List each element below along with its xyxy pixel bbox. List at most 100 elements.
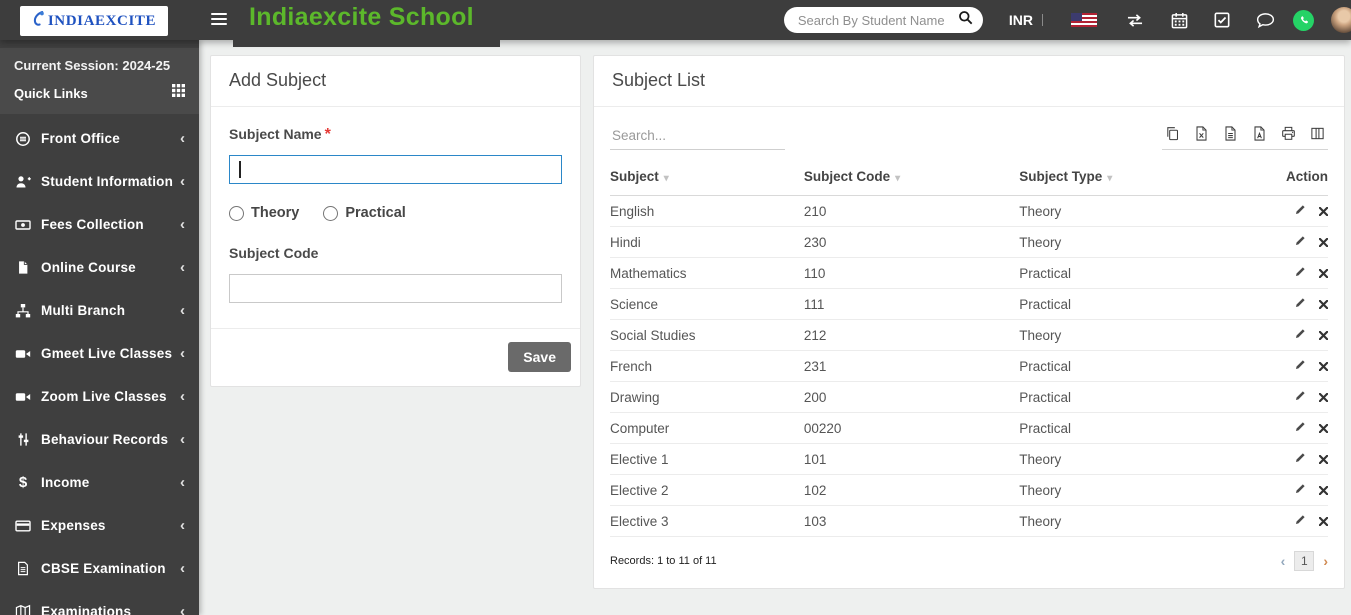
edit-icon[interactable] xyxy=(1294,421,1306,433)
type-cell: Theory xyxy=(1019,505,1242,537)
sidebar-item-label: Multi Branch xyxy=(41,303,126,318)
delete-icon[interactable] xyxy=(1319,423,1328,433)
pagination-prev-icon[interactable]: ‹ xyxy=(1281,553,1286,569)
column-header-subject-code[interactable]: Subject Code ▾ xyxy=(803,159,1020,196)
sidebar-item-student-information[interactable]: Student Information ‹ xyxy=(0,160,199,203)
sidebar-item-expenses[interactable]: Expenses ‹ xyxy=(0,504,199,547)
csv-export-icon[interactable] xyxy=(1223,126,1238,141)
pagination-next-icon[interactable]: › xyxy=(1323,553,1328,569)
sidebar-item-label: Examinations xyxy=(41,604,132,615)
sidebar-item-multi-branch[interactable]: Multi Branch ‹ xyxy=(0,289,199,332)
code-cell: 103 xyxy=(803,505,1020,537)
excel-export-icon[interactable] xyxy=(1194,126,1209,141)
sidebar-item-zoom-live-classes[interactable]: Zoom Live Classes ‹ xyxy=(0,375,199,418)
sidebar-item-fees-collection[interactable]: Fees Collection ‹ xyxy=(0,203,199,246)
top-header: INDIAEXCITE Indiaexcite School INR xyxy=(0,0,1351,40)
student-search-input[interactable] xyxy=(797,12,958,28)
delete-icon[interactable] xyxy=(1319,237,1328,247)
logo-text: INDIAEXCITE xyxy=(47,12,157,29)
subject-name-label: Subject Name xyxy=(229,126,322,142)
sidebar-item-label: CBSE Examination xyxy=(41,561,166,576)
student-search[interactable] xyxy=(783,7,983,33)
delete-icon[interactable] xyxy=(1319,330,1328,340)
subject-cell: Social Studies xyxy=(610,319,804,351)
user-avatar[interactable] xyxy=(1331,7,1351,33)
delete-icon[interactable] xyxy=(1319,392,1328,402)
pdf-export-icon[interactable] xyxy=(1252,126,1267,141)
delete-icon[interactable] xyxy=(1319,516,1328,526)
subject-code-field[interactable] xyxy=(229,274,562,303)
edit-icon[interactable] xyxy=(1294,483,1306,495)
delete-icon[interactable] xyxy=(1319,206,1328,216)
type-cell: Practical xyxy=(1019,350,1242,382)
session-block: Current Session: 2024-25 Quick Links xyxy=(0,48,199,114)
edit-icon[interactable] xyxy=(1294,514,1306,526)
table-row: Science 111 Practical xyxy=(610,288,1328,320)
add-subject-card: Add Subject Subject Name * Theory Practic… xyxy=(210,55,581,387)
page-title: Indiaexcite School xyxy=(249,3,474,31)
delete-icon[interactable] xyxy=(1319,299,1328,309)
chat-icon[interactable] xyxy=(1256,12,1275,29)
subject-cell: English xyxy=(610,195,804,227)
search-icon[interactable] xyxy=(958,10,973,30)
delete-icon[interactable] xyxy=(1319,361,1328,371)
column-header-subject[interactable]: Subject ▾ xyxy=(610,159,804,196)
table-search[interactable] xyxy=(610,124,785,150)
edit-icon[interactable] xyxy=(1294,297,1306,309)
code-cell: 231 xyxy=(803,350,1020,382)
edit-icon[interactable] xyxy=(1294,452,1306,464)
radio-theory[interactable]: Theory xyxy=(229,205,299,221)
menu-toggle-icon[interactable] xyxy=(211,13,227,28)
code-cell: 200 xyxy=(803,381,1020,413)
us-flag-language-icon[interactable] xyxy=(1071,13,1097,27)
delete-icon[interactable] xyxy=(1319,268,1328,278)
radio-circle-icon[interactable] xyxy=(229,205,244,221)
code-cell: 210 xyxy=(803,195,1020,227)
sidebar-item-examinations[interactable]: Examinations ‹ xyxy=(0,590,199,615)
delete-icon[interactable] xyxy=(1319,454,1328,464)
currency-selector[interactable]: INR xyxy=(1009,12,1043,28)
delete-icon[interactable] xyxy=(1319,485,1328,495)
columns-icon[interactable] xyxy=(1310,126,1325,141)
radio-circle-icon[interactable] xyxy=(323,205,339,221)
sidebar-item-label: Expenses xyxy=(41,518,106,533)
print-icon[interactable] xyxy=(1281,126,1296,141)
edit-icon[interactable] xyxy=(1294,328,1306,340)
front-office-icon xyxy=(14,130,32,148)
sort-caret-icon: ▾ xyxy=(663,173,669,184)
table-row: Computer 00220 Practical xyxy=(610,412,1328,444)
app-logo[interactable]: INDIAEXCITE xyxy=(20,6,168,36)
grid-icon[interactable] xyxy=(172,84,185,102)
sidebar-item-label: Student Information xyxy=(41,174,174,189)
edit-icon[interactable] xyxy=(1294,390,1306,402)
edit-icon[interactable] xyxy=(1294,204,1306,216)
column-header-subject-type[interactable]: Subject Type ▾ xyxy=(1019,159,1242,196)
examinations-icon xyxy=(14,603,32,615)
sidebar-item-gmeet-live-classes[interactable]: Gmeet Live Classes ‹ xyxy=(0,332,199,375)
subject-cell: Elective 3 xyxy=(610,505,804,537)
copy-icon[interactable] xyxy=(1165,126,1180,141)
edit-icon[interactable] xyxy=(1294,266,1306,278)
chevron-left-icon: ‹ xyxy=(180,388,185,405)
sidebar-item-front-office[interactable]: Front Office ‹ xyxy=(0,117,199,160)
sidebar-item-online-course[interactable]: Online Course ‹ xyxy=(0,246,199,289)
radio-practical-label: Practical xyxy=(345,205,406,221)
quick-links[interactable]: Quick Links xyxy=(14,84,185,102)
whatsapp-icon[interactable] xyxy=(1293,9,1314,31)
subject-cell: Science xyxy=(610,288,804,320)
sidebar-item-behaviour-records[interactable]: Behaviour Records ‹ xyxy=(0,418,199,461)
table-search-input[interactable] xyxy=(610,124,785,150)
subject-name-field[interactable] xyxy=(229,155,562,184)
edit-icon[interactable] xyxy=(1294,235,1306,247)
radio-practical[interactable]: Practical xyxy=(323,205,406,221)
save-button[interactable]: Save xyxy=(508,342,571,372)
exchange-icon[interactable] xyxy=(1125,13,1145,28)
chevron-left-icon: ‹ xyxy=(180,517,185,534)
calendar-icon[interactable] xyxy=(1171,12,1188,29)
sidebar-item-income[interactable]: $ Income ‹ xyxy=(0,461,199,504)
pagination-page-1[interactable]: 1 xyxy=(1294,551,1315,571)
task-check-icon[interactable] xyxy=(1214,12,1230,28)
sidebar-item-cbse-examination[interactable]: CBSE Examination ‹ xyxy=(0,547,199,590)
edit-icon[interactable] xyxy=(1294,359,1306,371)
type-cell: Theory xyxy=(1019,195,1242,227)
